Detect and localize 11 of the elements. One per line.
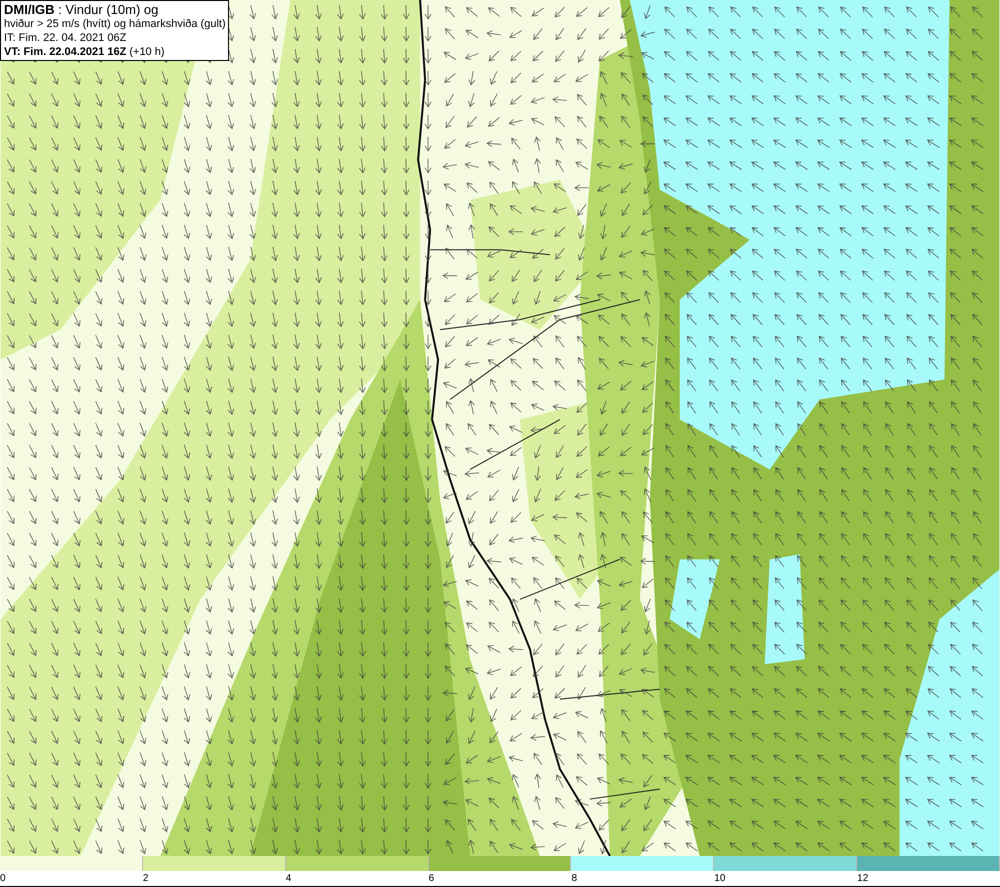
info-text: IT: Fim. 22. 04. 2021 06Z — [4, 31, 128, 45]
legend-label: 0 — [0, 872, 6, 886]
legend-label: 12 — [857, 872, 868, 886]
legend-label: 8 — [571, 872, 577, 886]
legend-label: 4 — [286, 872, 292, 886]
legend-label: 2 — [142, 872, 148, 886]
legend-label: 6 — [428, 872, 434, 886]
legend-label: 10 — [714, 872, 726, 886]
info-text: hviður > 25 m/s (hvítt) og hámarkshviða (gult) — [4, 17, 225, 31]
info-text: VT: Fim. 22.04.2021 16Z (+10 h) — [4, 45, 166, 59]
info-text: DMI/IGB : Vindur (10m) og — [4, 2, 160, 17]
